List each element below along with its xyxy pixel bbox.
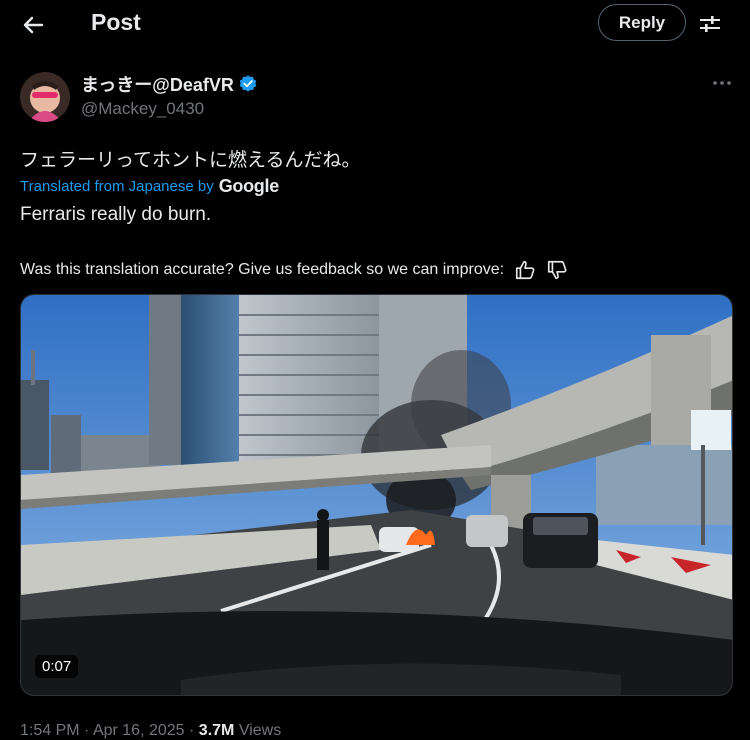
verified-badge-icon — [239, 75, 257, 92]
post-translated-text: Ferraris really do burn. — [20, 204, 212, 225]
author-name-row[interactable]: まっきー@DeafVR — [81, 71, 258, 97]
views-count: 3.7M — [198, 722, 235, 739]
translation-feedback: Was this translation accurate? Give us f… — [20, 259, 568, 281]
avatar[interactable] — [20, 72, 70, 122]
avatar-image — [20, 72, 70, 122]
translation-credit: Translated from Japanese by Google — [20, 176, 279, 197]
feedback-prompt: Was this translation accurate? Give us f… — [20, 261, 505, 278]
video-duration: 0:07 — [35, 655, 79, 678]
author-handle[interactable]: @Mackey_0430 — [81, 99, 204, 119]
page-title: Post — [91, 9, 141, 35]
meta-separator-2: · — [189, 722, 195, 739]
author-name[interactable]: まっきー@DeafVR — [81, 71, 234, 97]
post-time[interactable]: 1:54 PM — [20, 722, 80, 739]
more-icon[interactable] — [711, 77, 733, 89]
back-arrow-icon[interactable] — [18, 10, 48, 40]
post-original-text: フェラーリってホントに燃えるんだね。 — [20, 150, 361, 171]
translated-from-label: Translated from Japanese by — [20, 178, 214, 195]
reply-button[interactable]: Reply — [598, 4, 686, 41]
views-label: Views — [238, 722, 282, 739]
meta-separator: · — [84, 722, 90, 739]
thumbs-up-icon[interactable] — [514, 259, 536, 281]
video-frame — [21, 295, 732, 695]
thumbs-down-icon[interactable] — [546, 259, 568, 281]
top-bar: Post Reply — [0, 0, 750, 50]
post-date[interactable]: Apr 16, 2025 — [93, 722, 185, 739]
post-meta: 1:54 PM · Apr 16, 2025 · 3.7M Views — [20, 722, 281, 740]
video-player[interactable] — [20, 294, 733, 696]
filter-sliders-icon[interactable] — [698, 12, 722, 36]
google-logo: Google — [218, 176, 280, 196]
